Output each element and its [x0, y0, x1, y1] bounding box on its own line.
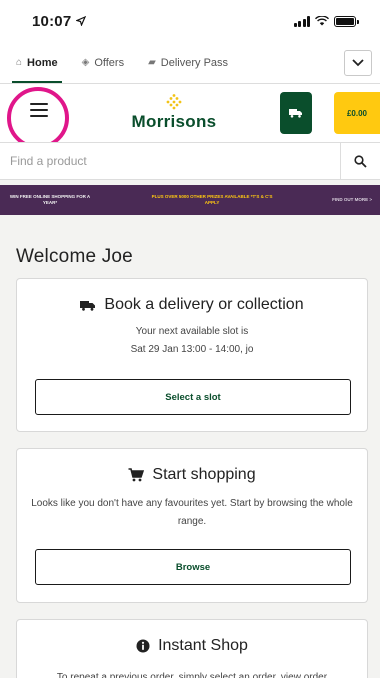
search-button[interactable]: [340, 143, 380, 179]
chevron-down-icon: [352, 59, 364, 67]
tab-home[interactable]: ⌂ Home: [0, 42, 70, 83]
battery-icon: [334, 15, 359, 27]
tab-delivery-pass[interactable]: ▰ Delivery Pass: [136, 42, 240, 83]
signal-icon: [293, 15, 310, 27]
menu-highlight-ring: [7, 87, 69, 149]
start-shopping-title: Start shopping: [17, 466, 367, 484]
nav-tabs: ⌂ Home ◈ Offers ▰ Delivery Pass: [0, 42, 380, 84]
delivery-slot-line1: Your next available slot is: [135, 326, 249, 337]
welcome-heading: Welcome Joe: [16, 246, 133, 267]
tab-offers-label: Offers: [94, 56, 125, 69]
instant-shop-title: Instant Shop: [17, 637, 367, 655]
wifi-icon: [315, 16, 329, 26]
instant-shop-card: Instant Shop To repeat a previous order,…: [16, 619, 368, 678]
start-shopping-card: Start shopping Looks like you don't have…: [16, 448, 368, 603]
instant-shop-text: To repeat a previous order, simply selec…: [56, 672, 328, 678]
delivery-slot-button[interactable]: [280, 92, 312, 134]
status-indicators: [293, 15, 359, 27]
select-slot-button[interactable]: Select a slot: [35, 379, 351, 415]
promo-link[interactable]: FIND OUT MORE >: [332, 197, 372, 203]
promo-middle-text: PLUS OVER 5000 OTHER PRIZES AVAILABLE *T…: [151, 194, 273, 205]
search-input[interactable]: [0, 154, 320, 168]
search-bar: [0, 142, 380, 180]
tab-home-label: Home: [27, 56, 58, 69]
tab-delivery-pass-label: Delivery Pass: [160, 56, 229, 69]
browse-button[interactable]: Browse: [35, 549, 351, 585]
brand-name: Morrisons: [131, 112, 217, 131]
promo-banner[interactable]: WIN FREE ONLINE SHOPPING FOR A YEAR* PLU…: [0, 185, 380, 215]
truck-icon: [80, 300, 96, 311]
delivery-card: Book a delivery or collection Your next …: [16, 278, 368, 432]
shopping-cart-icon: [128, 468, 145, 482]
location-arrow-icon: [74, 15, 86, 27]
tag-icon: ◈: [81, 57, 90, 68]
truck-icon: ▰: [148, 57, 156, 68]
promo-left-text: WIN FREE ONLINE SHOPPING FOR A YEAR*: [9, 194, 91, 205]
home-icon: ⌂: [16, 57, 23, 68]
tabs-expand-button[interactable]: [344, 50, 372, 76]
cart-total: £0.00: [346, 108, 368, 118]
status-time: 10:07: [32, 13, 86, 30]
truck-icon: [289, 109, 302, 118]
delivery-slot-line2: Sat 29 Jan 13:00 - 14:00, jo: [130, 343, 254, 355]
logo-wheat-icon: [166, 94, 182, 110]
delivery-card-text: Your next available slot is Sat 29 Jan 1…: [17, 323, 367, 358]
delivery-card-title: Book a delivery or collection: [17, 296, 367, 314]
tab-offers[interactable]: ◈ Offers: [70, 42, 136, 83]
cart-button[interactable]: £0.00: [334, 92, 380, 134]
morrisons-logo[interactable]: Morrisons: [128, 94, 220, 134]
status-bar: 10:07: [0, 0, 380, 42]
search-icon: [354, 154, 367, 168]
info-icon: [136, 639, 150, 653]
start-shopping-text: Looks like you don't have any favourites…: [31, 498, 353, 527]
